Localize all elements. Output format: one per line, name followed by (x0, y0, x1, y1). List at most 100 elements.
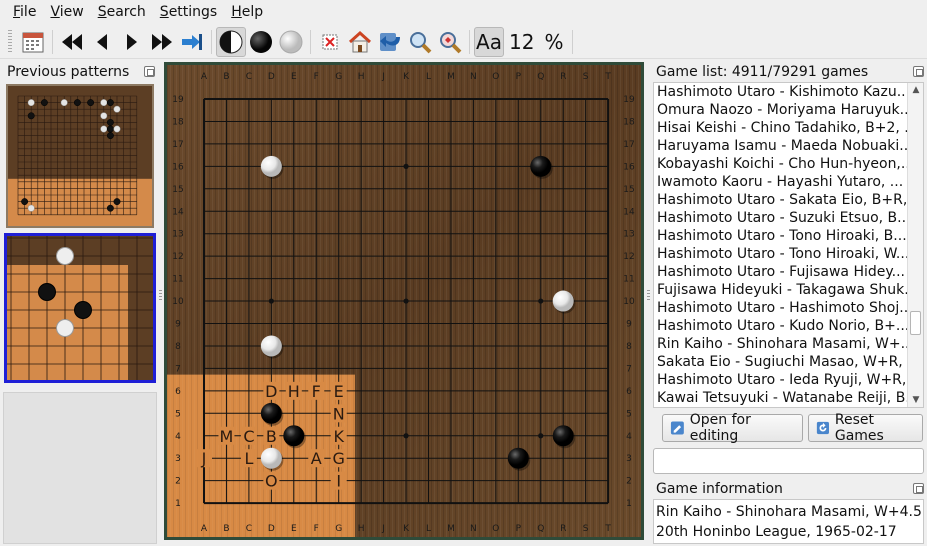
row-coordinate: 14 (172, 207, 184, 217)
next-move-button[interactable] (117, 27, 147, 57)
white-stone[interactable] (260, 447, 282, 469)
game-list-row[interactable]: Haruyama Isamu - Maeda Nobuaki... (654, 137, 907, 155)
continuation-label[interactable]: K (333, 427, 344, 446)
left-splitter-handle[interactable] (159, 290, 162, 302)
game-information-panel: Rin Kaiho - Shinohara Masami, W+4.5 20th… (653, 499, 924, 544)
black-stone[interactable] (283, 425, 305, 447)
black-stone[interactable] (530, 155, 552, 177)
previous-pattern-thumbnail[interactable] (6, 84, 154, 228)
black-stone-button[interactable] (246, 27, 276, 57)
game-list-row[interactable]: Hashimoto Utaro - Suzuki Etsuo, B... (654, 209, 907, 227)
game-search-input[interactable] (653, 448, 924, 474)
open-for-editing-button[interactable]: Open for editing (662, 412, 803, 444)
menu-view[interactable]: View (43, 1, 90, 23)
search-next-button[interactable] (435, 27, 465, 57)
continuation-label[interactable]: G (332, 449, 344, 468)
continuation-label[interactable]: E (334, 382, 344, 401)
row-coordinate: 13 (172, 230, 183, 240)
toolbar-separator (310, 29, 311, 54)
alternate-color-button[interactable] (216, 26, 246, 57)
font-toggle-button[interactable]: Aa (474, 26, 504, 57)
continuation-label[interactable]: C (243, 427, 254, 446)
game-list-row[interactable]: Rin Kaiho - Shinohara Masami, W+... (654, 335, 907, 353)
toolbar-grip[interactable] (8, 29, 12, 54)
current-pattern-thumbnail[interactable] (4, 233, 156, 383)
calendar-button[interactable] (18, 27, 48, 57)
menu-search[interactable]: Search (91, 1, 153, 23)
continuation-label[interactable]: A (311, 449, 322, 468)
game-list-row[interactable]: Kawai Tetsuyuki - Watanabe Reiji, B... (654, 389, 907, 407)
search-button[interactable] (405, 27, 435, 57)
continuation-label[interactable]: O (265, 472, 278, 491)
game-list-row[interactable]: Iwamoto Kaoru - Hayashi Yutaro, ... (654, 173, 907, 191)
home-button[interactable] (345, 27, 375, 57)
thumb-black-stone (38, 283, 56, 301)
white-stone[interactable] (260, 155, 282, 177)
reset-games-button[interactable]: Reset Games (808, 412, 923, 444)
row-coordinate: 18 (623, 117, 635, 127)
scroll-down-icon[interactable]: ▼ (911, 395, 921, 405)
dock-float-icon[interactable] (913, 483, 924, 494)
continuation-label[interactable]: N (333, 404, 345, 423)
continuation-label[interactable]: J (201, 449, 207, 468)
column-coordinate: A (201, 72, 208, 82)
game-list-row[interactable]: Hashimoto Utaro - Tono Hiroaki, W... (654, 245, 907, 263)
game-list-row[interactable]: Omura Naozo - Moriyama Haruyuk... (654, 101, 907, 119)
white-stone[interactable] (260, 335, 282, 357)
percent-button[interactable]: % (539, 27, 568, 57)
previous-move-button[interactable] (87, 27, 117, 57)
column-coordinate: O (492, 524, 499, 534)
dock-float-icon[interactable] (913, 66, 924, 77)
menu-help[interactable]: Help (224, 1, 270, 23)
game-list-row[interactable]: Hashimoto Utaro - Fujisawa Hidey... (654, 263, 907, 281)
continuation-label[interactable]: D (265, 382, 277, 401)
back-button[interactable] (375, 27, 405, 57)
game-list-row[interactable]: Hashimoto Utaro - Hashimoto Shoj... (654, 299, 907, 317)
black-stone[interactable] (552, 425, 574, 447)
menu-file[interactable]: File (6, 1, 43, 23)
continuation-label[interactable]: H (288, 382, 300, 401)
continuation-label[interactable]: I (336, 472, 341, 491)
clear-selection-button[interactable] (315, 27, 345, 57)
reset-icon (816, 421, 829, 435)
column-coordinate: T (604, 524, 611, 534)
game-list-row[interactable]: Kobayashi Koichi - Cho Hun-hyeon,... (654, 155, 907, 173)
white-stone-button[interactable] (276, 27, 306, 57)
game-list-scrollbar[interactable]: ▲ ▼ (907, 83, 923, 407)
game-list-row[interactable]: Hisai Keishi - Chino Tadahiko, B+2, ... (654, 119, 907, 137)
column-coordinate: G (335, 524, 342, 534)
game-list-row[interactable]: Hashimoto Utaro - Ieda Ryuji, W+R,... (654, 371, 907, 389)
continuation-label[interactable]: L (244, 449, 253, 468)
scroll-up-icon[interactable]: ▲ (911, 85, 921, 95)
column-coordinate: F (314, 72, 319, 82)
font-size-value[interactable]: 12 (504, 27, 539, 57)
first-move-button[interactable] (57, 27, 87, 57)
open-for-editing-label: Open for editing (689, 412, 751, 444)
game-list-row[interactable]: Hashimoto Utaro - Tono Hiroaki, B... (654, 227, 907, 245)
game-list-row[interactable]: Hashimoto Utaro - Kudo Norio, B+... (654, 317, 907, 335)
dock-float-icon[interactable] (144, 66, 155, 77)
game-list-row[interactable]: Hashimoto Utaro - Sakata Eio, B+R,... (654, 191, 907, 209)
game-list-row[interactable]: Fujisawa Hideyuki - Takagawa Shuk... (654, 281, 907, 299)
continuation-label[interactable]: F (312, 382, 321, 401)
menu-settings[interactable]: Settings (153, 1, 224, 23)
clear-box-icon (322, 34, 338, 49)
thumb-black-stone (106, 132, 114, 140)
menu-bar: File View Search Settings Help (0, 0, 927, 24)
game-list-row[interactable]: Hashimoto Utaro - Kishimoto Kazu... (654, 83, 907, 101)
game-list-row[interactable]: Sakata Eio - Sugiuchi Masao, W+R, ... (654, 353, 907, 371)
last-move-button[interactable] (147, 27, 177, 57)
black-stone[interactable] (260, 402, 282, 424)
continuation-label[interactable]: B (266, 427, 277, 446)
go-board[interactable]: AABBCCDDEEFFGGHHJJKKLLMMNNOOPPQQRRSSTT19… (167, 65, 641, 537)
scroll-thumb[interactable] (910, 311, 921, 335)
black-stone[interactable] (507, 447, 529, 469)
white-stone[interactable] (552, 290, 574, 312)
column-coordinate: Q (537, 72, 544, 82)
goto-move-button[interactable] (177, 27, 207, 57)
continuation-label[interactable]: M (220, 427, 234, 446)
star-point (268, 298, 274, 304)
right-splitter-handle[interactable] (647, 290, 650, 302)
row-coordinate: 5 (626, 409, 632, 419)
rewind-icon (62, 33, 82, 50)
